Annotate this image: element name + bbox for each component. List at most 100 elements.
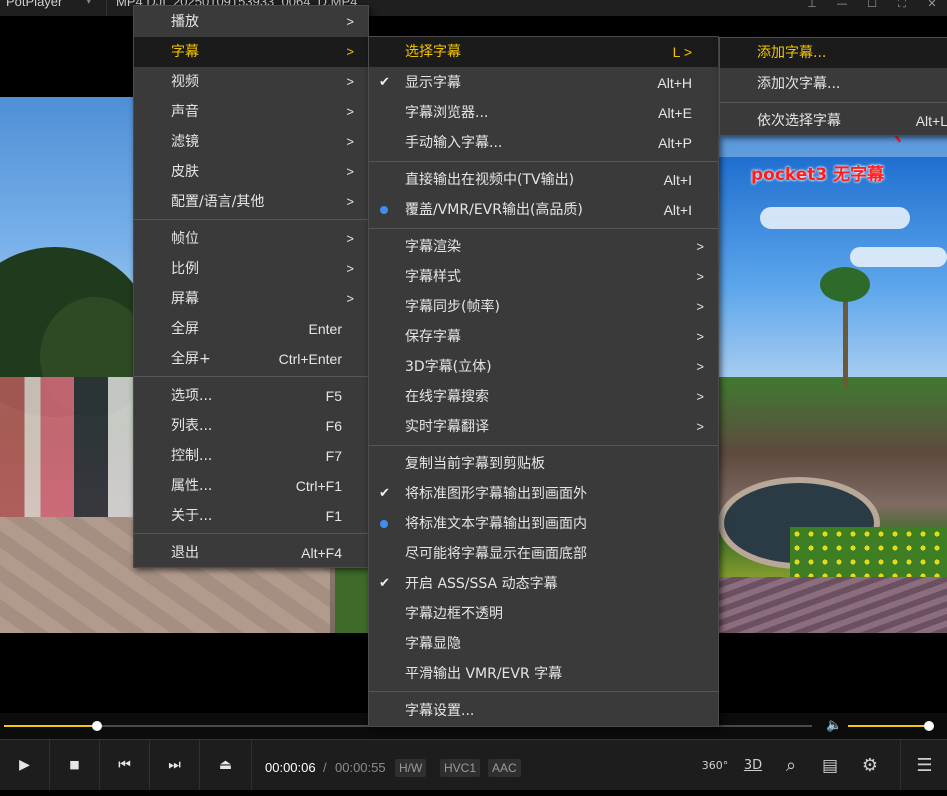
video-palm-tree xyxy=(820,267,870,387)
video-flowerbed xyxy=(718,577,947,633)
hw-badge[interactable]: H/W xyxy=(395,759,427,777)
main-menu-item-8[interactable]: 比例 > xyxy=(134,254,368,284)
maximize-icon[interactable]: ☐ xyxy=(857,0,887,16)
play-button[interactable]: ▶ xyxy=(0,740,50,790)
3d-icon[interactable]: 3D xyxy=(741,740,765,790)
app-name[interactable]: PotPlayer xyxy=(6,0,62,9)
codec-badge[interactable]: HVC1 xyxy=(440,759,481,777)
menu-item-shortcut: Alt+I xyxy=(663,202,692,218)
main-menu-item-13[interactable]: 列表... F6 xyxy=(134,411,368,441)
menu-item-label: 保存字幕 xyxy=(405,329,461,345)
menu-item-label: 实时字幕翻译 xyxy=(405,419,489,435)
video-cloud xyxy=(760,207,910,229)
main-menu-item-0[interactable]: 播放 > xyxy=(134,7,368,37)
subtitle-menu-item-17[interactable]: ✔ 开启 ASS/SSA 动态字幕 xyxy=(369,569,718,599)
subtitle-menu-item-16[interactable]: 尽可能将字幕显示在画面底部 xyxy=(369,539,718,569)
seek-handle[interactable] xyxy=(92,721,102,731)
subtitle-menu-item-7[interactable]: 字幕样式 > xyxy=(369,262,718,292)
subtitle-menu-item-20[interactable]: 平滑输出 VMR/EVR 字幕 xyxy=(369,659,718,689)
menu-item-shortcut: F7 xyxy=(325,448,342,464)
menu-item-label: 字幕样式 xyxy=(405,269,461,285)
subtitle-menu-item-5[interactable]: 覆盖/VMR/EVR输出(高品质) Alt+I xyxy=(369,195,718,225)
app-menu-caret-icon[interactable]: ▾ xyxy=(86,0,92,7)
main-menu-item-10[interactable]: 全屏 Enter xyxy=(134,314,368,344)
fullscreen-icon[interactable]: ⛶ xyxy=(887,0,917,16)
audio-badge[interactable]: AAC xyxy=(488,759,521,777)
volume-slider[interactable] xyxy=(848,725,930,727)
subtitle-menu-item-3[interactable]: 手动输入字幕... Alt+P xyxy=(369,128,718,158)
time-separator: / xyxy=(323,760,327,775)
main-menu-item-6[interactable]: 配置/语言/其他 > xyxy=(134,187,368,217)
main-menu-item-16[interactable]: 关于... F1 xyxy=(134,501,368,531)
menu-item-label: 屏幕 xyxy=(171,291,199,307)
menu-item-label: 字幕显隐 xyxy=(405,636,461,652)
subtitle-menu-item-15[interactable]: 将标准文本字幕输出到画面内 xyxy=(369,509,718,539)
close-icon[interactable]: ✕ xyxy=(917,0,947,16)
radio-dot-icon xyxy=(380,206,388,214)
eject-button[interactable]: ⏏ xyxy=(200,740,252,790)
subtitle-menu-item-13[interactable]: 复制当前字幕到剪贴板 xyxy=(369,449,718,479)
menu-item-label: 视频 xyxy=(171,74,199,90)
main-menu-item-9[interactable]: 屏幕 > xyxy=(134,284,368,314)
main-menu-item-7[interactable]: 帧位 > xyxy=(134,224,368,254)
volume-handle[interactable] xyxy=(924,721,934,731)
subtitle-menu-item-10[interactable]: 3D字幕(立体) > xyxy=(369,352,718,382)
next-button[interactable]: ⏭ xyxy=(150,740,200,790)
check-icon: ✔ xyxy=(379,486,390,501)
menu-separator xyxy=(369,228,718,229)
playlist-icon[interactable]: ▤ xyxy=(818,740,842,790)
menu-item-label: 直接输出在视频中(TV输出) xyxy=(405,172,575,188)
settings-gear-icon[interactable]: ⚙ xyxy=(857,740,883,790)
volume-icon[interactable]: 🔈 xyxy=(826,718,842,733)
main-menu-item-12[interactable]: 选项... F5 xyxy=(134,381,368,411)
subtitle-menu-item-6[interactable]: 字幕渲染 > xyxy=(369,232,718,262)
subtitle-menu-item-0[interactable]: 选择字幕 L > xyxy=(369,37,718,67)
main-menu-item-5[interactable]: 皮肤 > xyxy=(134,157,368,187)
subtitle-menu-item-9[interactable]: 保存字幕 > xyxy=(369,322,718,352)
chevron-right-icon: > xyxy=(346,164,354,179)
menu-separator xyxy=(369,161,718,162)
main-menu-item-17[interactable]: 退出 Alt+F4 xyxy=(134,538,368,568)
main-menu-item-2[interactable]: 视频 > xyxy=(134,67,368,97)
menu-icon[interactable]: ☰ xyxy=(900,740,947,790)
minimize-icon[interactable]: — xyxy=(827,0,857,16)
control-bar: ▶ ■ ⏮ ⏭ ⏏ 00:00:06 / 00:00:55 H/W HVC1 A… xyxy=(0,739,947,790)
subtitle-menu-item-1[interactable]: ✔ 显示字幕 Alt+H xyxy=(369,68,718,98)
subtitle-menu-item-14[interactable]: ✔ 将标准图形字幕输出到画面外 xyxy=(369,479,718,509)
video-cloud xyxy=(850,247,947,267)
main-menu-item-14[interactable]: 控制... F7 xyxy=(134,441,368,471)
menu-item-label: 平滑输出 VMR/EVR 字幕 xyxy=(405,666,563,682)
select-subtitle-menu-item-0[interactable]: 添加字幕... xyxy=(720,38,947,68)
vr-360-icon[interactable]: 360° xyxy=(700,740,730,790)
stop-button[interactable]: ■ xyxy=(50,740,100,790)
menu-separator xyxy=(369,445,718,446)
previous-button[interactable]: ⏮ xyxy=(100,740,150,790)
chevron-right-icon: > xyxy=(346,261,354,276)
main-menu-item-15[interactable]: 属性... Ctrl+F1 xyxy=(134,471,368,501)
main-menu-item-3[interactable]: 声音 > xyxy=(134,97,368,127)
subtitle-menu-item-4[interactable]: 直接输出在视频中(TV输出) Alt+I xyxy=(369,165,718,195)
menu-item-label: 控制... xyxy=(171,448,213,464)
main-menu-item-11[interactable]: 全屏+ Ctrl+Enter xyxy=(134,344,368,374)
main-menu-item-1[interactable]: 字幕 > xyxy=(134,37,368,67)
menu-item-label: 选项... xyxy=(171,388,213,404)
subtitle-menu-item-21[interactable]: 字幕设置... xyxy=(369,696,718,726)
menu-item-label: 将标准图形字幕输出到画面外 xyxy=(405,486,587,502)
menu-item-label: 列表... xyxy=(171,418,213,434)
subtitle-menu-item-19[interactable]: 字幕显隐 xyxy=(369,629,718,659)
select-subtitle-menu-item-2[interactable]: 依次选择字幕 Alt+L xyxy=(720,106,947,136)
subtitle-menu-item-8[interactable]: 字幕同步(帧率) > xyxy=(369,292,718,322)
subtitle-search-icon[interactable]: ⌕ xyxy=(779,740,803,790)
window-buttons: ⊥ — ☐ ⛶ ✕ xyxy=(797,0,947,16)
select-subtitle-menu-item-1[interactable]: 添加次字幕... xyxy=(720,69,947,99)
subtitle-menu-item-12[interactable]: 实时字幕翻译 > xyxy=(369,412,718,442)
subtitle-menu-item-11[interactable]: 在线字幕搜索 > xyxy=(369,382,718,412)
menu-item-label: 字幕浏览器... xyxy=(405,105,489,121)
chevron-right-icon: > xyxy=(696,269,704,284)
subtitle-menu-item-18[interactable]: 字幕边框不透明 xyxy=(369,599,718,629)
pin-icon[interactable]: ⊥ xyxy=(797,0,827,16)
menu-item-label: 声音 xyxy=(171,104,199,120)
main-menu-item-4[interactable]: 滤镜 > xyxy=(134,127,368,157)
menu-item-label: 覆盖/VMR/EVR输出(高品质) xyxy=(405,202,583,218)
subtitle-menu-item-2[interactable]: 字幕浏览器... Alt+E xyxy=(369,98,718,128)
